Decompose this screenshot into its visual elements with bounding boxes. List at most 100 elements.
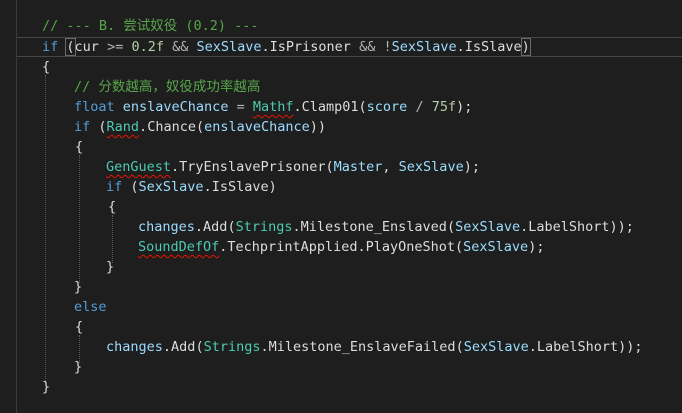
code-line[interactable]: // 分数越高，奴役成功率越高: [74, 77, 260, 97]
code-token: ));: [609, 219, 634, 235]
code-editor[interactable]: // --- B. 尝试奴役 (0.2) --- if (cur >= 0.2f …: [0, 0, 682, 413]
code-token: (: [446, 219, 456, 235]
code-token: IsSlave: [464, 39, 522, 55]
code-token: (: [195, 339, 204, 355]
code-line[interactable]: changes.Add(Strings.Milestone_EnslaveFai…: [106, 337, 643, 357]
code-token: .: [139, 119, 148, 135]
code-token: =: [228, 99, 253, 115]
code-token: ): [520, 38, 531, 56]
code-token: && !: [350, 39, 392, 55]
code-token: );: [463, 159, 480, 175]
code-token: Rand: [106, 119, 140, 135]
code-token: }: [74, 279, 83, 295]
code-token: (: [455, 339, 464, 355]
code-line[interactable]: {: [42, 57, 50, 77]
code-line[interactable]: // --- B. 尝试奴役 (0.2) ---: [42, 16, 259, 36]
code-token: (: [358, 99, 367, 115]
code-token: Strings: [203, 339, 261, 355]
code-token: SexSlave: [455, 219, 521, 235]
code-token: LabelShort: [536, 339, 619, 355]
code-token: SexSlave: [391, 39, 457, 55]
code-line[interactable]: {: [108, 197, 116, 217]
code-token: .: [171, 159, 180, 175]
code-token: if: [74, 119, 91, 135]
code-line[interactable]: GenGuest.TryEnslavePrisoner(Master, SexS…: [106, 157, 480, 177]
code-token: Master: [333, 159, 383, 175]
code-token: (: [227, 219, 236, 235]
code-token: }: [74, 359, 83, 375]
code-token: SexSlave: [463, 339, 529, 355]
code-token: Chance: [147, 119, 196, 135]
code-token: (: [455, 239, 464, 255]
code-token: Strings: [235, 219, 293, 235]
code-token: 0.2f: [131, 39, 164, 55]
code-token: LabelShort: [528, 219, 610, 235]
code-token: Clamp01: [301, 99, 359, 115]
code-token: ));: [618, 339, 643, 355]
indent-guide: [112, 215, 113, 263]
code-token: {: [42, 59, 51, 75]
code-token: changes: [106, 339, 163, 355]
code-line[interactable]: }: [74, 277, 82, 297]
code-line[interactable]: changes.Add(Strings.Milestone_Enslaved(S…: [138, 217, 634, 237]
code-token: Milestone_EnslaveFailed: [268, 339, 456, 355]
code-token: (: [325, 159, 334, 175]
code-line[interactable]: {: [75, 317, 83, 337]
indent-guide: [45, 75, 46, 383]
code-token: Add: [171, 339, 196, 355]
code-token: IsSlave: [211, 179, 269, 195]
code-token: .: [203, 179, 212, 195]
code-token: Add: [203, 219, 228, 235]
code-token: cur: [74, 39, 99, 55]
code-token: )): [309, 119, 327, 135]
code-line[interactable]: }: [74, 357, 82, 377]
code-token: (: [195, 119, 205, 135]
code-token: (: [65, 38, 76, 56]
code-token: SoundDefOf: [138, 239, 220, 255]
code-token: .: [261, 39, 270, 55]
code-token: SexSlave: [196, 39, 262, 55]
code-token: );: [528, 239, 545, 255]
code-line[interactable]: }: [106, 257, 114, 277]
code-token: .: [292, 219, 301, 235]
code-token: .: [357, 239, 366, 255]
code-line[interactable]: {: [75, 137, 83, 157]
code-token: if: [106, 179, 123, 195]
code-token: SexSlave: [398, 159, 464, 175]
code-token: (: [122, 179, 139, 195]
code-token: {: [108, 199, 117, 215]
code-line[interactable]: else: [74, 297, 107, 317]
code-line[interactable]: if (SexSlave.IsSlave): [106, 177, 277, 197]
code-line[interactable]: if (Rand.Chance(enslaveChance)): [74, 117, 326, 137]
code-token: .: [162, 339, 172, 355]
code-line[interactable]: if (cur >= 0.2f && SexSlave.IsPrisoner &…: [42, 37, 531, 57]
code-token: >=: [98, 39, 132, 55]
code-line[interactable]: }: [42, 377, 50, 397]
code-token: PlayOneShot: [365, 239, 456, 255]
code-token: }: [106, 259, 115, 275]
code-token: ,: [382, 159, 399, 175]
code-token: SexSlave: [138, 179, 204, 195]
code-token: ): [268, 179, 277, 195]
code-token: .: [260, 339, 269, 355]
code-token: .: [528, 339, 537, 355]
code-token: TryEnslavePrisoner: [179, 159, 326, 175]
code-line[interactable]: SoundDefOf.TechprintApplied.PlayOneShot(…: [138, 237, 544, 257]
code-token: score: [366, 99, 408, 115]
code-comment: // --- B. 尝试奴役 (0.2) ---: [42, 18, 259, 34]
code-line[interactable]: float enslaveChance = Mathf.Clamp01(scor…: [74, 97, 472, 117]
code-token: enslaveChance: [204, 119, 310, 135]
code-token: if: [42, 39, 59, 55]
code-token: 75f: [431, 99, 457, 115]
code-token: .: [194, 219, 204, 235]
code-token: Milestone_Enslaved: [300, 219, 447, 235]
code-token: TechprintApplied: [227, 239, 358, 255]
code-comment: // 分数越高，奴役成功率越高: [74, 79, 261, 95]
code-token: (: [90, 119, 107, 135]
code-token: {: [75, 319, 84, 335]
code-token: );: [456, 99, 473, 115]
code-token: IsPrisoner: [269, 39, 351, 55]
indent-guide: [79, 155, 80, 283]
code-token: else: [74, 299, 107, 315]
